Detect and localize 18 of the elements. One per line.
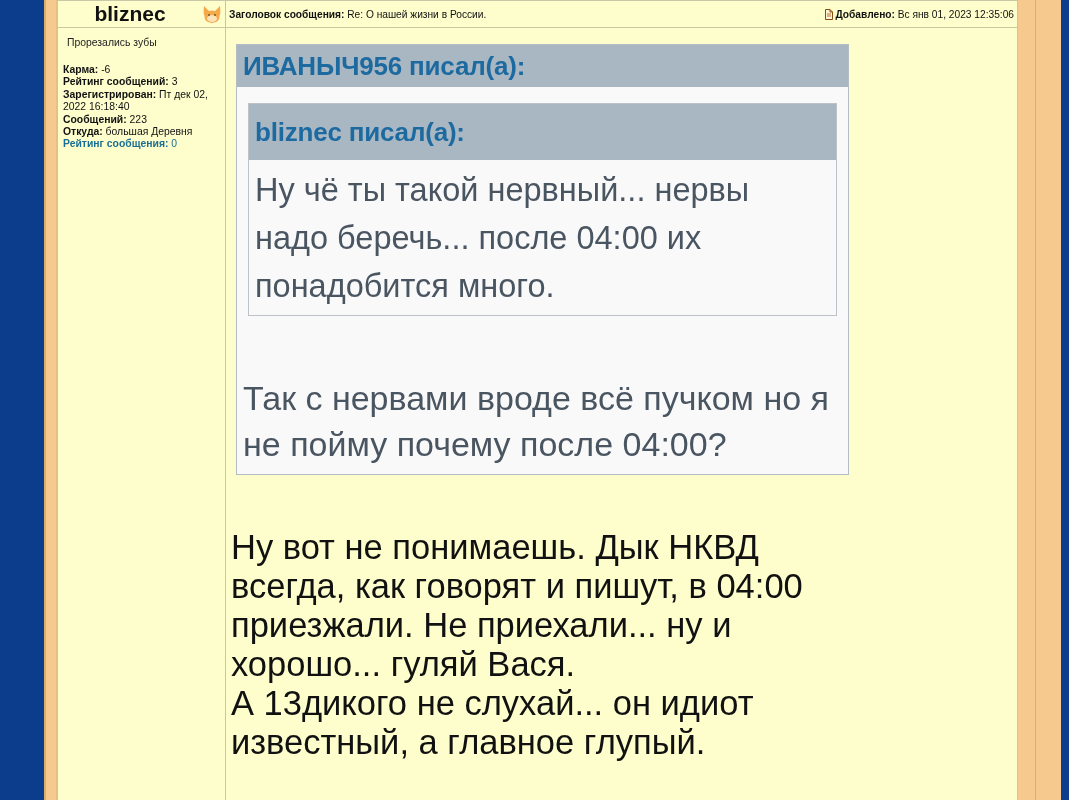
quote-text: Ну чё ты такой нервный... нервы надо беречь... после 04:00 их понадобится много.	[254, 171, 751, 306]
cat-head-icon	[202, 4, 222, 24]
profile-detail: Зарегистрирован: Пт дек 02, 2022 16:18:40	[63, 88, 209, 114]
profile-detail: Рейтинг сообщений: 3	[63, 76, 178, 89]
post-date: Добавлено: Вс янв 01, 2023 12:35:06	[835, 8, 1014, 20]
quote-header: bliznec писал(а):	[249, 104, 836, 160]
author-name[interactable]: bliznec	[58, 2, 202, 26]
quote-header: ИВАНЫЧ956 писал(а):	[237, 45, 848, 87]
profile-detail: Откуда: большая Деревня	[63, 126, 193, 138]
post-text: Ну вот не понимаешь. Дык НКВД всегда, как говорят и пишут, в 04:00 приезжали. Не приехали... ну и хорошо... гуляй Вася.	[231, 528, 804, 684]
post-text: А 13дикого не слухай... он идиот известный, а главное глупый.	[231, 684, 755, 762]
quote-text: Так с нервами вроде всё пучком но я не пойму почему после 04:00?	[242, 378, 830, 465]
post-rating-link[interactable]: Рейтинг сообщения: 0	[63, 138, 178, 151]
post-subject: Заголовок сообщения: Re: О нашей жизни в России.	[229, 8, 487, 20]
profile-detail: Карма: -6	[63, 64, 111, 76]
document-icon	[825, 8, 834, 20]
profile-detail: Сообщений: 223	[63, 113, 147, 126]
user-rank: Прорезались зубы	[66, 37, 158, 49]
